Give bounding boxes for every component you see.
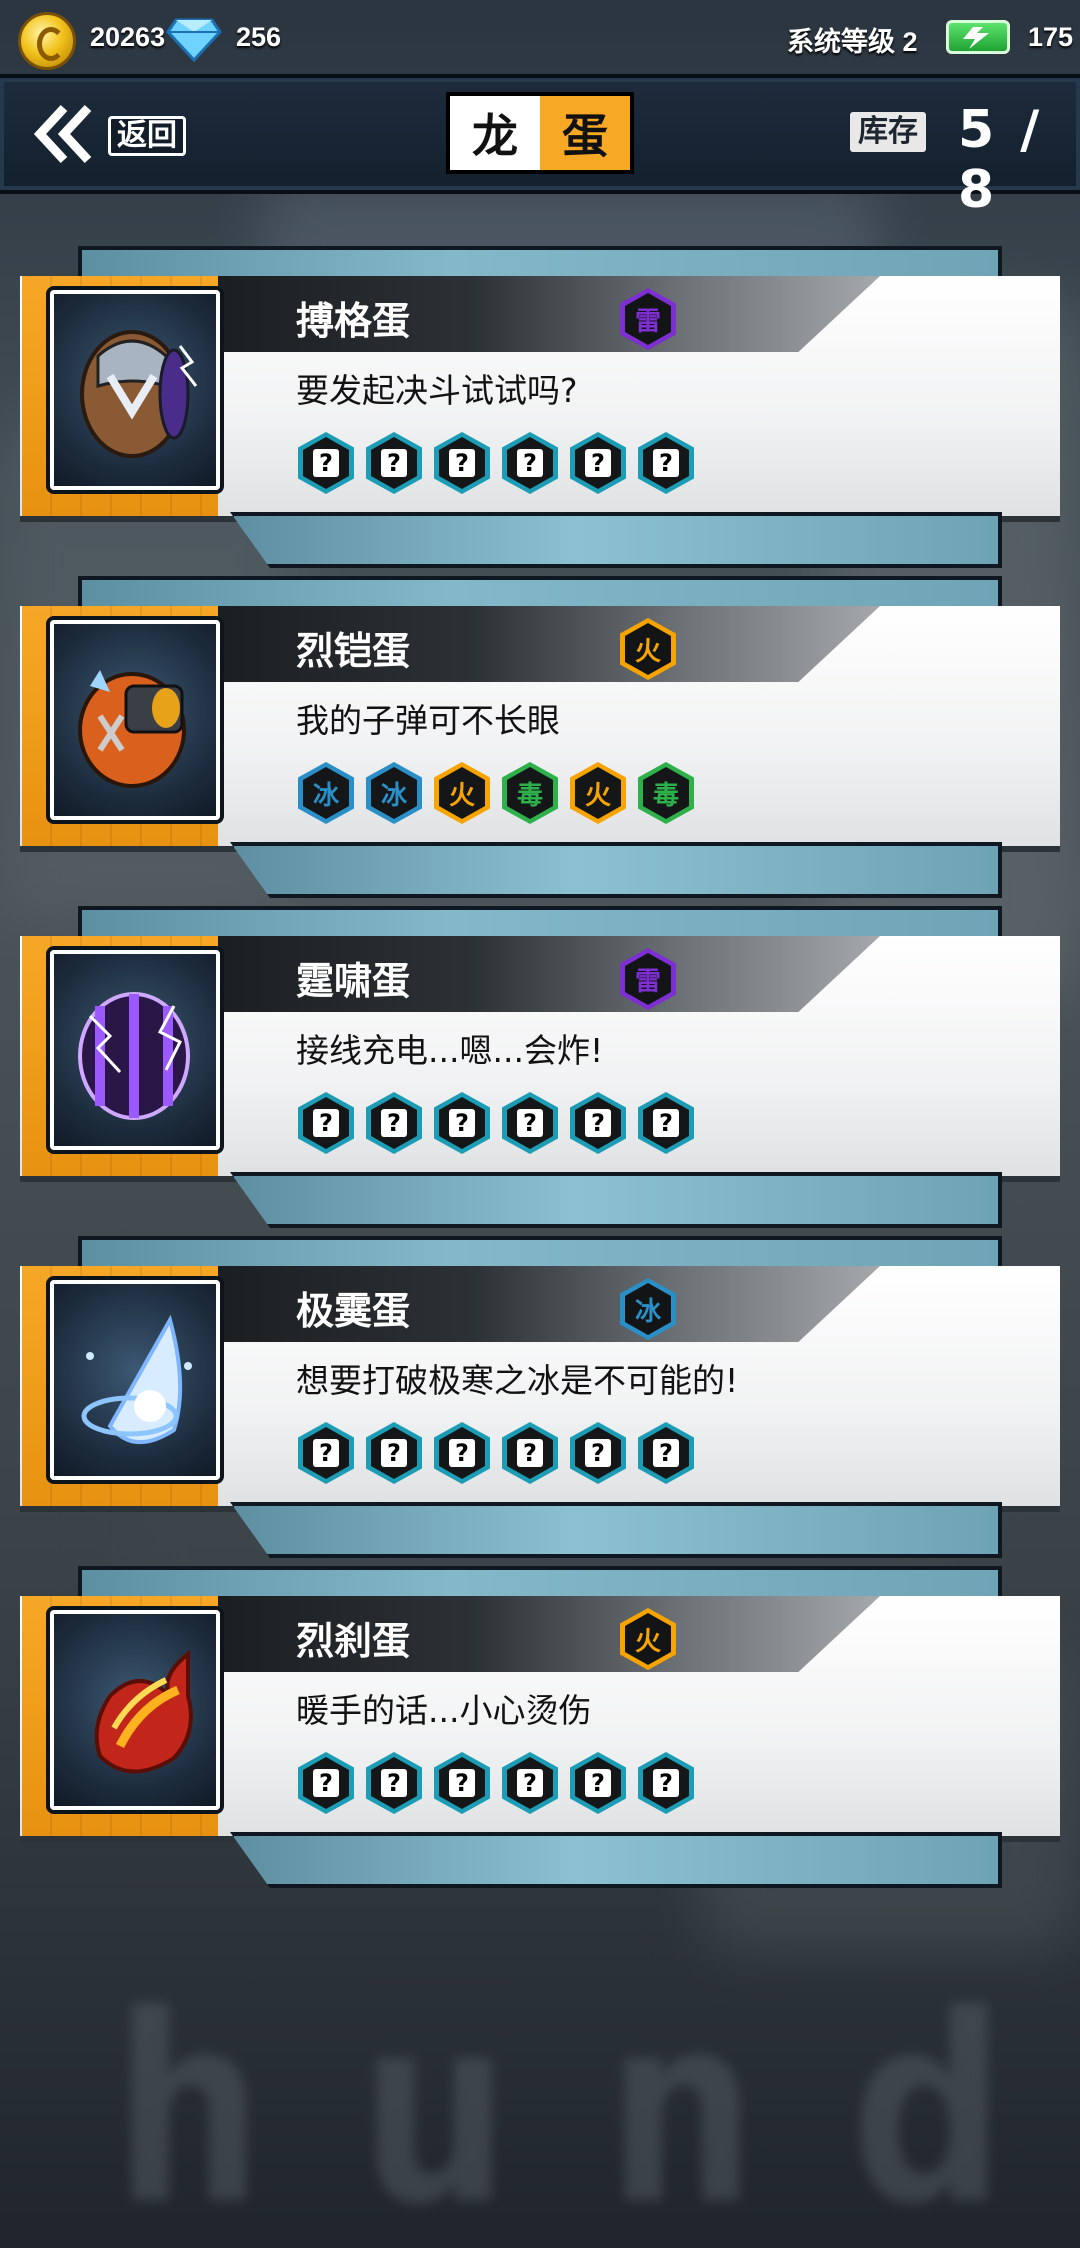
stock-value: 5 / 8	[958, 100, 1044, 220]
slot-label: ?	[449, 1439, 475, 1467]
egg-quote: 想要打破极寒之冰是不可能的!	[296, 1361, 739, 1400]
slot-label: ?	[517, 1439, 543, 1467]
slot-label: 毒	[652, 780, 679, 811]
slot-label: ?	[313, 1439, 339, 1467]
card-front-strip	[230, 842, 1002, 898]
card-front-strip	[230, 1172, 1002, 1228]
slot-label: ?	[381, 449, 407, 477]
element-badge-label: 冰	[634, 1296, 661, 1327]
coin-icon	[18, 12, 76, 70]
slot-label: ?	[313, 1769, 339, 1797]
slot-label: ?	[653, 449, 679, 477]
egg-card[interactable]: 极霙蛋 冰 想要打破极寒之冰是不可能的! ??????	[0, 1236, 1080, 1566]
egg-card[interactable]: 霆啸蛋 雷 接线充电...嗯...会炸! ??????	[0, 906, 1080, 1236]
slot-label: ?	[449, 1769, 475, 1797]
title-part-2: 蛋	[540, 96, 630, 170]
slot-label: ?	[585, 1109, 611, 1137]
diamond-icon	[166, 18, 222, 62]
element-badge-label: 火	[634, 1626, 661, 1657]
slot-label: 冰	[380, 780, 407, 811]
double-chevron-left-icon	[33, 104, 92, 164]
slot-label: ?	[381, 1109, 407, 1137]
card-front-strip	[230, 1502, 1002, 1558]
slot-label: 冰	[312, 780, 339, 811]
title-part-1: 龙	[450, 96, 540, 170]
slot-label: ?	[313, 1109, 339, 1137]
energy-battery-icon	[946, 20, 1010, 54]
slot-label: ?	[313, 449, 339, 477]
egg-name: 烈铠蛋	[296, 629, 411, 673]
slot-label: ?	[653, 1109, 679, 1137]
back-label: 返回	[108, 116, 186, 156]
egg-name: 极霙蛋	[296, 1289, 411, 1333]
flame-egg-icon	[94, 1649, 193, 1774]
slot-label: ?	[517, 1769, 543, 1797]
slot-label: ?	[517, 449, 543, 477]
ice-egg-icon	[81, 1314, 192, 1445]
back-button[interactable]: 返回	[30, 102, 190, 166]
slot-label: 火	[448, 780, 475, 811]
gem-count: 256	[236, 22, 282, 52]
lightning-egg-icon	[78, 992, 190, 1120]
background-watermark-text: hundr	[110, 1960, 1080, 2248]
egg-quote: 要发起决斗试试吗?	[296, 371, 578, 410]
slot-label: ?	[449, 1109, 475, 1137]
element-badge-label: 雷	[634, 966, 661, 997]
egg-name: 烈刹蛋	[296, 1619, 411, 1663]
slot-label: ?	[381, 1769, 407, 1797]
slot-label: 毒	[516, 780, 543, 811]
slot-label: ?	[517, 1109, 543, 1137]
system-level: 系统等级 2	[787, 27, 918, 57]
egg-card[interactable]: 烈刹蛋 火 暖手的话...小心烫伤 ??????	[0, 1566, 1080, 1896]
page-title: 龙 蛋	[446, 92, 634, 174]
armored-egg-icon	[80, 330, 198, 458]
slot-label: 火	[584, 780, 611, 811]
slot-label: ?	[653, 1439, 679, 1467]
egg-name: 搏格蛋	[296, 299, 411, 343]
slot-label: ?	[585, 1439, 611, 1467]
egg-card[interactable]: 搏格蛋 雷 要发起决斗试试吗? ??????	[0, 246, 1080, 576]
status-bar: 20263 256 系统等级 2 175	[0, 0, 1080, 78]
egg-quote: 我的子弹可不长眼	[296, 701, 560, 740]
egg-name: 霆啸蛋	[296, 959, 411, 1003]
egg-quote: 接线充电...嗯...会炸!	[296, 1031, 604, 1070]
page-header: 返回 龙 蛋 库存 5 / 8	[0, 74, 1080, 220]
slot-label: ?	[585, 449, 611, 477]
slot-label: ?	[653, 1769, 679, 1797]
card-front-strip	[230, 512, 1002, 568]
element-badge-label: 火	[634, 636, 661, 667]
card-front-strip	[230, 1832, 1002, 1888]
slot-label: ?	[449, 449, 475, 477]
coin-count: 20263	[90, 22, 166, 52]
slot-label: ?	[381, 1439, 407, 1467]
gun-egg-icon	[78, 670, 186, 788]
egg-quote: 暖手的话...小心烫伤	[296, 1691, 592, 1730]
element-badge-label: 雷	[634, 306, 661, 337]
energy-count: 175	[1028, 22, 1074, 52]
slot-label: ?	[585, 1769, 611, 1797]
egg-card[interactable]: 烈铠蛋 火 我的子弹可不长眼 冰冰火毒火毒	[0, 576, 1080, 906]
stock-label: 库存	[850, 112, 926, 152]
